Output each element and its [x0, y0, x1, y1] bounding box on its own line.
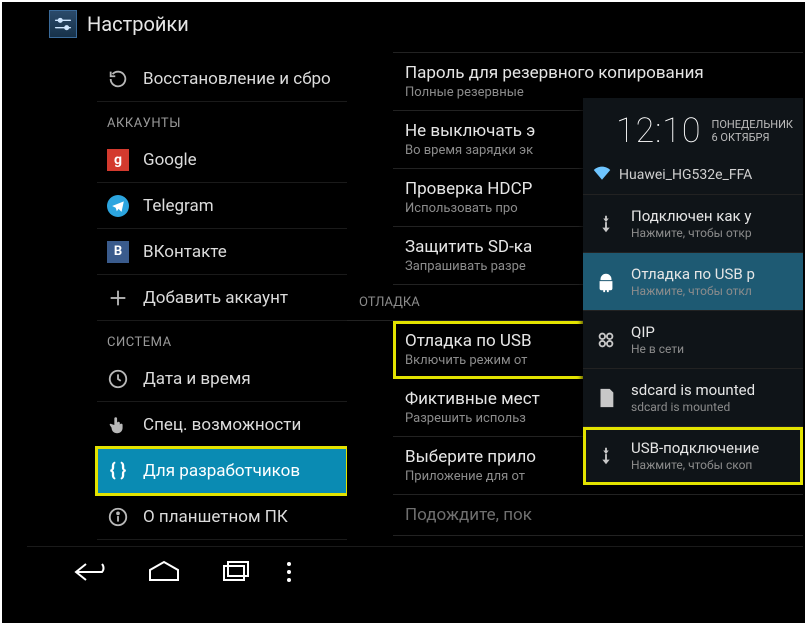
notification-usb-connected[interactable]: Подключен как у Нажмите, чтобы откр — [583, 195, 803, 253]
sidebar-item-label: Telegram — [143, 196, 214, 216]
sidebar-section-accounts: АККАУНТЫ — [97, 102, 347, 137]
clock-day: ПОНЕДЕЛЬНИК — [712, 118, 794, 131]
notification-usb-connection[interactable]: USB-подключение Нажмите, чтобы скоп — [583, 427, 803, 485]
hand-icon — [107, 414, 129, 436]
info-icon — [107, 506, 129, 528]
notification-panel: 12:10 ПОНЕДЕЛЬНИК 6 ОКТЯБРЯ Huawei_HG532… — [583, 98, 803, 485]
notification-qip[interactable]: QIP Не в сети — [583, 311, 803, 369]
wifi-icon — [593, 166, 611, 184]
page-title: Настройки — [87, 12, 189, 36]
settings-sidebar: Восстановление и сбро АККАУНТЫ g Google … — [27, 46, 347, 546]
plus-icon — [107, 287, 129, 309]
sidebar-item-label: Google — [143, 150, 197, 170]
refresh-icon — [107, 68, 129, 90]
wifi-ssid: Huawei_HG532e_FFA — [619, 167, 752, 183]
sidebar-item-label: Спец. возможности — [143, 415, 301, 435]
nav-home-button[interactable] — [139, 554, 189, 590]
qip-icon — [593, 329, 619, 351]
android-icon — [593, 269, 619, 295]
sidebar-item-label: Для разработчиков — [143, 461, 300, 481]
sidebar-item-backup-restore[interactable]: Восстановление и сбро — [97, 56, 347, 102]
notification-sdcard-mounted[interactable]: sdcard is mounted sdcard is mounted — [583, 369, 803, 427]
sidebar-item-label: Добавить аккаунт — [143, 288, 288, 308]
sidebar-item-date-time[interactable]: Дата и время — [97, 356, 347, 402]
telegram-icon — [107, 195, 129, 217]
sidebar-item-google[interactable]: g Google — [97, 137, 347, 183]
settings-icon — [49, 10, 77, 38]
sidebar-item-label: ВКонтакте — [143, 242, 227, 262]
notification-usb-debugging[interactable]: Отладка по USB р Нажмите, чтобы откл — [583, 253, 803, 311]
vk-icon: B — [107, 241, 129, 263]
sidebar-item-label: Восстановление и сбро — [143, 69, 331, 89]
sidebar-item-accessibility[interactable]: Спец. возможности — [97, 402, 347, 448]
usb-icon — [593, 443, 619, 469]
sidebar-item-label: О планшетном ПК — [143, 507, 288, 527]
nav-menu-button[interactable] — [287, 570, 291, 574]
clock-icon — [107, 368, 129, 390]
sidebar-item-label: Дата и время — [143, 369, 251, 389]
usb-icon — [593, 211, 619, 237]
sdcard-icon — [593, 385, 619, 411]
nav-back-button[interactable] — [67, 554, 117, 590]
detail-item-wait[interactable]: Подождите, пок — [393, 495, 803, 536]
clock-date: 6 ОКТЯБРЯ — [712, 131, 794, 144]
sidebar-item-developer-options[interactable]: { } Для разработчиков — [97, 448, 347, 494]
navigation-bar — [27, 546, 803, 596]
google-icon: g — [107, 149, 129, 171]
sidebar-section-system: СИСТЕМА — [97, 321, 347, 356]
braces-icon: { } — [107, 460, 129, 482]
wifi-row[interactable]: Huawei_HG532e_FFA — [583, 160, 803, 195]
sidebar-item-telegram[interactable]: Telegram — [97, 183, 347, 229]
sidebar-item-add-account[interactable]: Добавить аккаунт — [97, 275, 347, 321]
clock-time: 12:10 — [616, 111, 701, 151]
nav-recent-button[interactable] — [211, 554, 261, 590]
sidebar-item-vkontakte[interactable]: B ВКонтакте — [97, 229, 347, 275]
sidebar-item-about-tablet[interactable]: О планшетном ПК — [97, 494, 347, 540]
status-header: 12:10 ПОНЕДЕЛЬНИК 6 ОКТЯБРЯ — [583, 98, 803, 160]
